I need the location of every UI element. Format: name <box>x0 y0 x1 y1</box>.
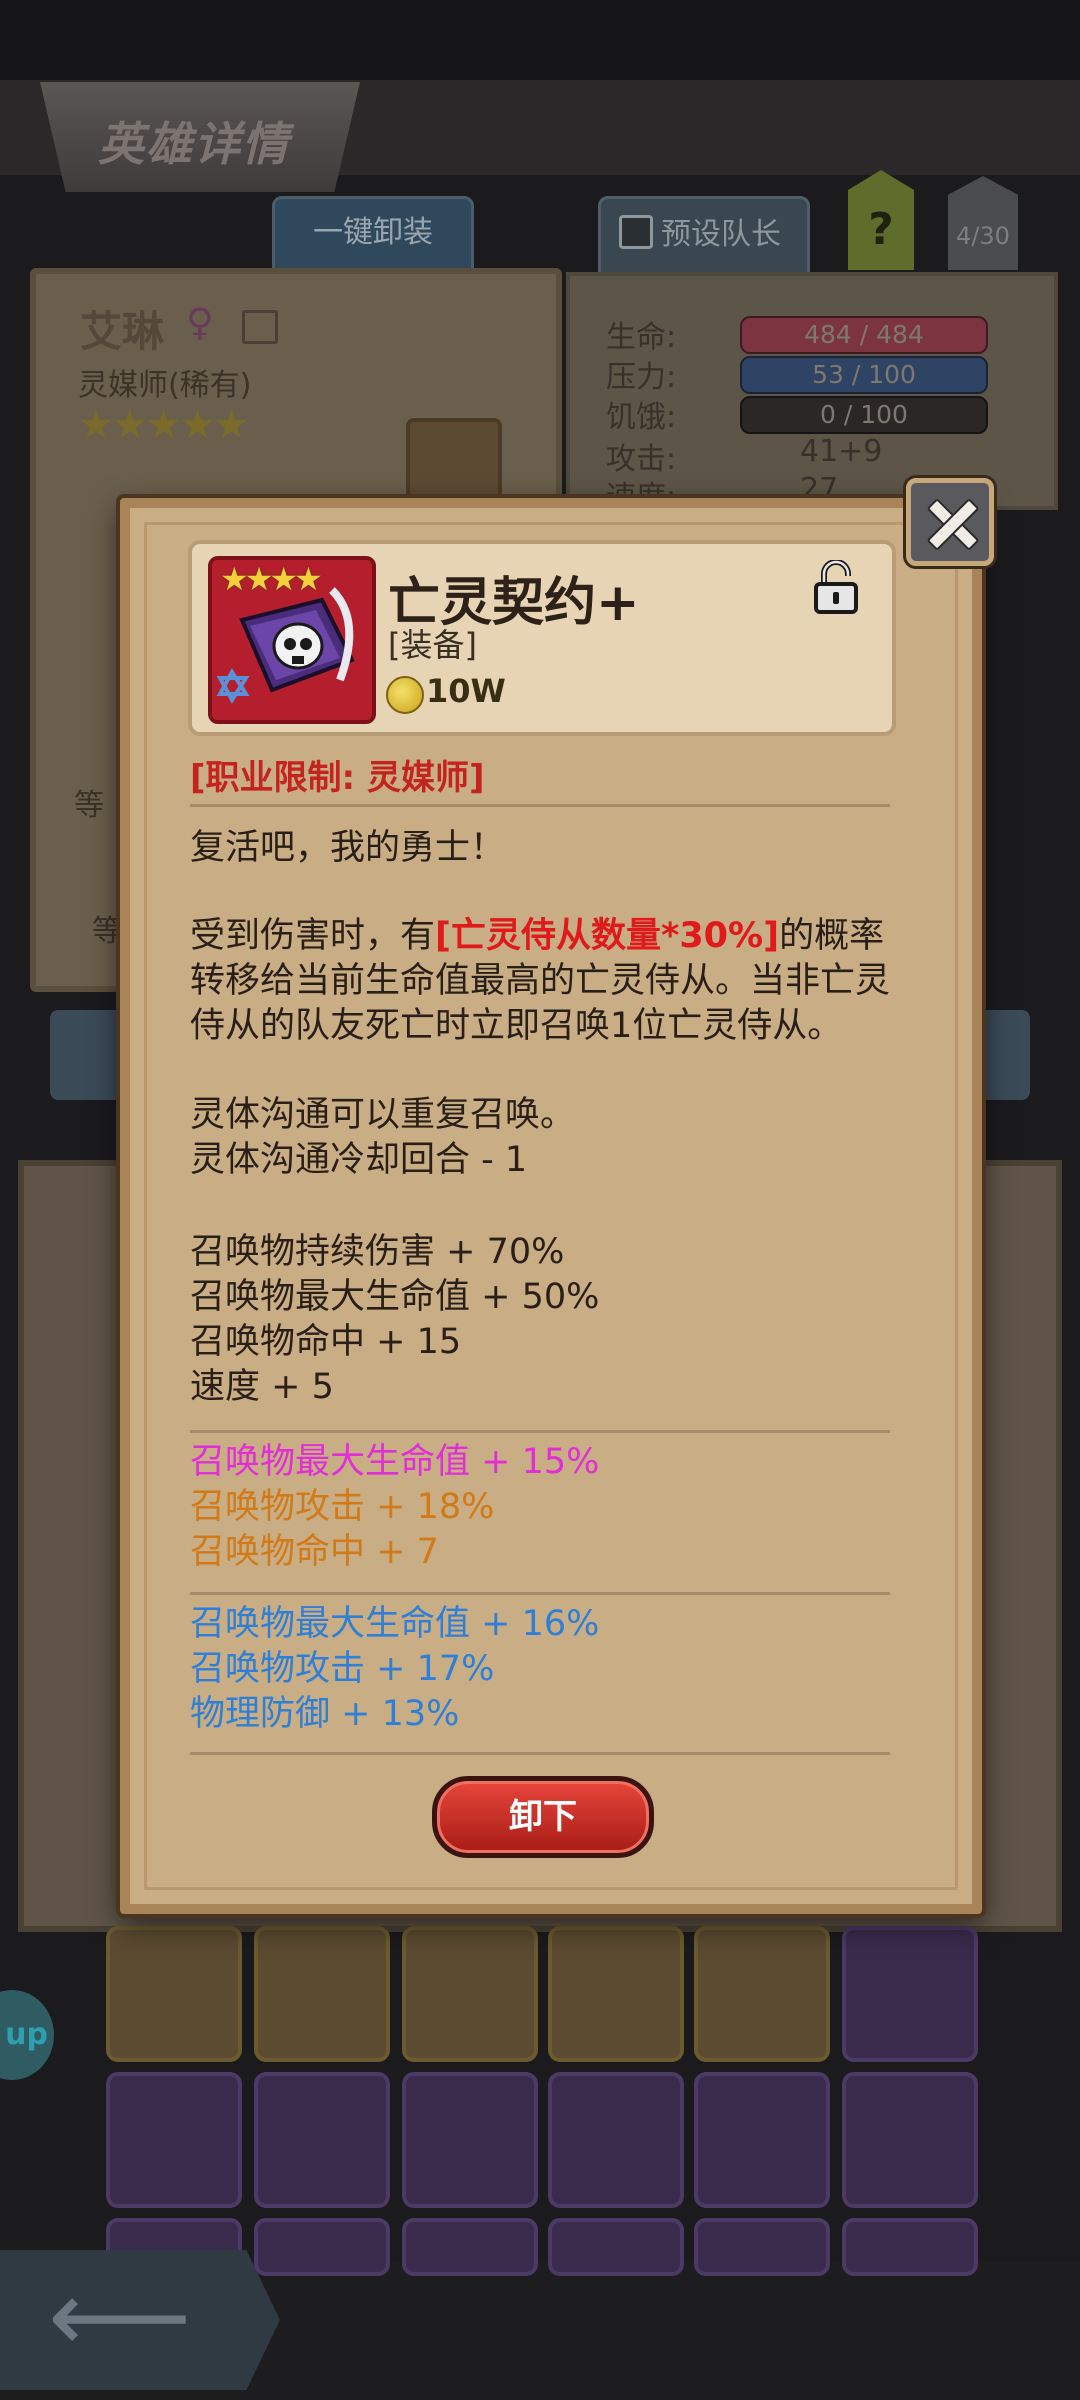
team-count-badge: 4/30 <box>948 176 1018 270</box>
stat-label-hunger: 饥饿: <box>606 400 677 435</box>
edit-name-icon[interactable] <box>242 310 278 344</box>
bonus-stat: 召唤物命中 + 7 <box>190 1532 439 1572</box>
stat-label-hp: 生命: <box>606 320 677 355</box>
page-title: 英雄详情 <box>98 117 290 171</box>
base-stat: 速度 + 5 <box>190 1367 334 1407</box>
armor-icon[interactable] <box>254 1926 390 2062</box>
stress-bar: 53 / 100 <box>740 356 988 394</box>
stat-label-stress: 压力: <box>606 360 677 395</box>
bonus-stat: 物理防御 + 13% <box>190 1694 460 1734</box>
dark-armor-icon[interactable] <box>254 2072 390 2208</box>
claw-necklace-icon[interactable] <box>694 2072 830 2208</box>
class-restriction: [职业限制: 灵媒师] <box>190 758 485 798</box>
coin-icon <box>386 676 424 714</box>
scythe-icon[interactable] <box>106 1926 242 2062</box>
effect-highlight: [亡灵侍从数量*30%] <box>435 916 780 956</box>
claw-necklace-icon[interactable] <box>548 2072 684 2208</box>
female-icon: ♀ <box>186 300 214 344</box>
bonus-stat: 召唤物最大生命值 + 15% <box>190 1442 600 1482</box>
divider <box>190 1430 890 1433</box>
hero-name: 艾琳 <box>80 307 165 356</box>
ring-icon[interactable] <box>842 2072 978 2208</box>
partial-label: 等 <box>92 914 122 949</box>
inventory-item[interactable] <box>548 2218 684 2276</box>
effect-line: 灵体沟通可以重复召唤。 <box>190 1095 576 1135</box>
base-stat: 召唤物最大生命值 + 50% <box>190 1277 600 1317</box>
inventory-item[interactable] <box>254 2218 390 2276</box>
whip-icon[interactable] <box>842 1926 978 2062</box>
preset-leader-label: 预设队长 <box>661 217 781 252</box>
whip-icon[interactable] <box>106 2072 242 2208</box>
unequip-all-button[interactable]: 一键卸装 <box>272 196 474 272</box>
effect-prefix: 受到伤害时，有 <box>190 916 436 956</box>
base-stat: 召唤物持续伤害 + 70% <box>190 1232 565 1272</box>
lock-open-icon[interactable] <box>812 559 860 614</box>
bonus-stat: 召唤物攻击 + 17% <box>190 1649 495 1689</box>
inventory-item[interactable] <box>842 2218 978 2276</box>
close-button[interactable] <box>906 478 994 566</box>
item-type: [装备] <box>388 626 477 664</box>
hero-class: 灵媒师(稀有) <box>78 368 252 403</box>
back-arrow-icon: ⟵ <box>48 2258 192 2375</box>
status-bar <box>0 0 1080 80</box>
bottle-icon[interactable] <box>694 1926 830 2062</box>
level-up-side-button[interactable]: up <box>0 1990 54 2080</box>
prev-hero-button[interactable] <box>50 1010 130 1100</box>
spyglass-icon[interactable] <box>548 1926 684 2062</box>
item-rarity-stars: ★★★★ <box>220 560 323 598</box>
effect-line: 灵体沟通冷却回合 - 1 <box>190 1140 528 1180</box>
inventory-item[interactable] <box>402 2218 538 2276</box>
divider <box>190 1592 890 1595</box>
hp-bar: 484 / 484 <box>740 316 988 354</box>
dark-armor-icon[interactable] <box>402 2072 538 2208</box>
base-stat: 召唤物命中 + 15 <box>190 1322 462 1362</box>
inventory-item[interactable] <box>694 2218 830 2276</box>
help-button[interactable]: ? <box>848 170 914 270</box>
lock-graphic <box>814 559 858 614</box>
preset-leader-toggle[interactable]: 预设队长 <box>598 196 810 276</box>
armor-icon[interactable] <box>402 1926 538 2062</box>
hero-rarity-stars: ★★★★★ <box>78 402 249 448</box>
partial-label: 等 <box>74 788 104 823</box>
unequip-button[interactable]: 卸下 <box>432 1776 654 1858</box>
item-flavor-text: 复活吧，我的勇士！ <box>190 828 506 868</box>
hunger-bar: 0 / 100 <box>740 396 988 434</box>
stat-attack-value: 41+9 <box>800 434 883 469</box>
divider <box>190 804 890 807</box>
skull-book-icon: ★★★★ <box>208 556 376 724</box>
checkbox-icon[interactable] <box>619 215 653 249</box>
item-effect-text: 受到伤害时，有[亡灵侍从数量*30%]的概率转移给当前生命值最高的亡灵侍从。当非… <box>190 914 890 1048</box>
item-price: 10W <box>426 672 506 710</box>
bonus-stat: 召唤物最大生命值 + 16% <box>190 1604 600 1644</box>
divider <box>190 1752 890 1755</box>
bonus-stat: 召唤物攻击 + 18% <box>190 1487 495 1527</box>
